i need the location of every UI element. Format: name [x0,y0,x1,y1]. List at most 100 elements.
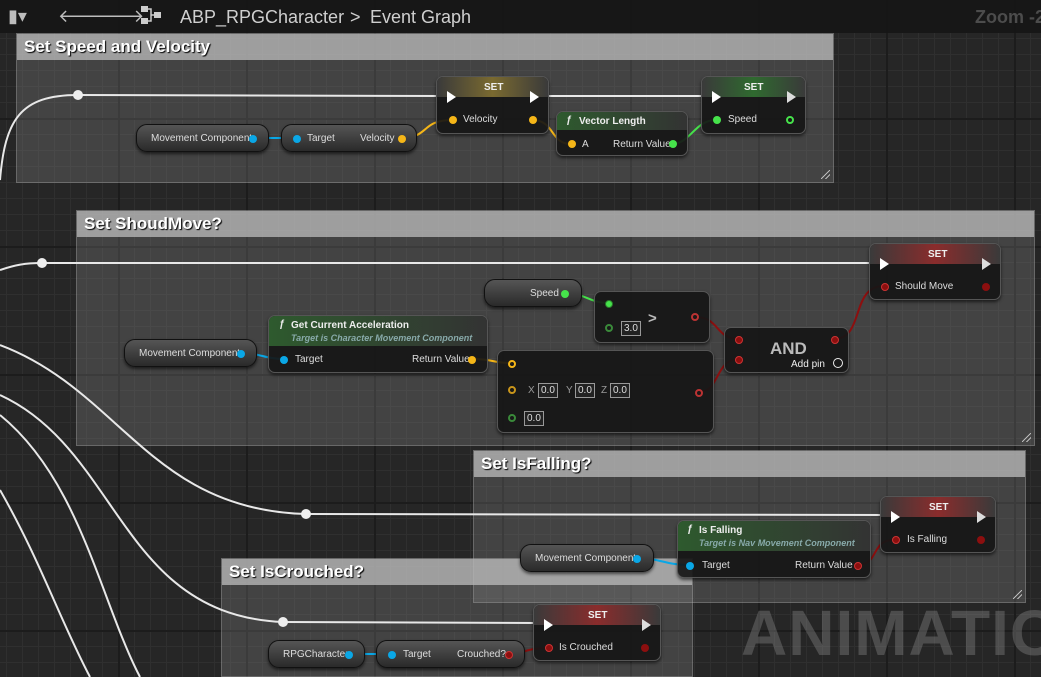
bool-input-pin[interactable] [545,644,553,652]
bool-output-pin[interactable] [977,536,985,544]
pin-label: Is Crouched [559,642,613,653]
target-input-pin[interactable] [280,356,288,364]
exec-input-pin[interactable] [447,91,456,103]
rpg-character-getter[interactable]: RPGCharacter [268,640,365,668]
set-should-move-node[interactable]: SET Should Move [869,243,1001,300]
x-value-field[interactable]: 0.0 [538,383,558,398]
object-output-pin[interactable] [237,350,245,358]
vector-not-equal-node[interactable]: X 0.0 Y 0.0 Z 0.0 0.0 [497,350,714,433]
bool-output-pin[interactable] [695,389,703,397]
bool-output-pin[interactable] [691,313,699,321]
operator-label: > [648,310,657,327]
target-input-pin[interactable] [388,651,396,659]
pin-label: Crouched? [457,649,506,660]
target-input-pin[interactable] [686,562,694,570]
object-output-pin[interactable] [249,135,257,143]
speed-getter[interactable]: Speed [484,279,582,307]
exec-wire [305,513,889,516]
bookmark-icon[interactable]: ▮▾ [8,4,27,28]
reroute-knot[interactable] [278,617,288,627]
node-header: SET [870,244,1000,264]
vector-length-node[interactable]: ƒ Vector Length A Return Value [556,111,688,156]
float-output-pin[interactable] [669,140,677,148]
pin-label: Target [307,133,335,144]
exec-output-pin[interactable] [982,258,991,270]
exec-input-pin[interactable] [544,619,553,631]
vector-input-pin[interactable] [568,140,576,148]
greater-than-node[interactable]: 3.0 > [594,291,710,343]
vector-input-pin[interactable] [449,116,457,124]
vector-output-pin[interactable] [529,116,537,124]
exec-output-pin[interactable] [530,91,539,103]
exec-output-pin[interactable] [642,619,651,631]
tolerance-value-field[interactable]: 0.0 [524,411,544,426]
exec-wire [0,489,91,677]
reroute-knot[interactable] [37,258,47,268]
object-output-pin[interactable] [345,651,353,659]
breadcrumb-asset[interactable]: ABP_RPGCharacter [180,6,344,28]
exec-output-pin[interactable] [787,91,796,103]
reroute-knot[interactable] [73,90,83,100]
is-falling-node[interactable]: ƒ Is Falling Target is Nav Movement Comp… [677,520,871,578]
bool-output-pin[interactable] [982,283,990,291]
reroute-knot[interactable] [301,509,311,519]
vector-input-pin[interactable] [508,360,516,368]
bool-input-pin[interactable] [892,536,900,544]
pin-label: Target [403,649,431,660]
node-title: AND [770,339,807,358]
set-is-falling-node[interactable]: SET Is Falling [880,496,996,553]
add-pin-button[interactable]: Add pin [791,359,825,370]
float-input-pin[interactable] [713,116,721,124]
add-pin-icon[interactable] [833,358,843,368]
threshold-value-field[interactable]: 3.0 [621,321,641,336]
graph-toolbar: ▮▾ 🡐 🡒 ABP_RPGCharacter > Event Graph Zo… [0,0,1041,33]
velocity-getter[interactable]: Target Velocity [281,124,417,152]
zoom-level: Zoom -2 [975,7,1041,27]
vector-input-pin[interactable] [508,386,516,394]
y-value-field[interactable]: 0.0 [575,383,595,398]
float-output-pin[interactable] [786,116,794,124]
movement-component-getter[interactable]: Movement Component [124,339,257,367]
set-is-crouched-node[interactable]: SET Is Crouched [533,604,661,661]
function-icon: ƒ [566,115,572,126]
exec-input-pin[interactable] [880,258,889,270]
z-value-field[interactable]: 0.0 [610,383,630,398]
pin-label: Velocity [463,114,498,125]
target-input-pin[interactable] [293,135,301,143]
bool-output-pin[interactable] [641,644,649,652]
set-velocity-node[interactable]: SET Velocity [436,76,549,134]
exec-wire [0,94,79,181]
float-input-pin[interactable] [508,414,516,422]
breadcrumb-separator: > [350,7,361,27]
exec-wire [0,262,43,271]
exec-output-pin[interactable] [977,511,986,523]
node-label: Movement Component [535,553,637,564]
bool-output-pin[interactable] [505,651,513,659]
bool-input-pin[interactable] [735,336,743,344]
float-output-pin[interactable] [561,290,569,298]
bool-output-pin[interactable] [854,562,862,570]
get-current-acceleration-node[interactable]: ƒ Get Current Acceleration Target is Cha… [268,315,488,373]
arrow-right-icon[interactable]: 🡒 [96,4,144,28]
node-title: Vector Length [579,116,646,127]
node-label: Speed [530,288,559,299]
crouched-getter[interactable]: Target Crouched? [376,640,525,668]
and-boolean-node[interactable]: AND Add pin [724,327,849,373]
bool-output-pin[interactable] [831,336,839,344]
float-input-pin[interactable] [605,300,613,308]
pin-label: Return Value [412,354,470,365]
bool-input-pin[interactable] [881,283,889,291]
movement-component-getter[interactable]: Movement Component [136,124,269,152]
set-speed-node[interactable]: SET Speed [701,76,806,134]
vector-output-pin[interactable] [398,135,406,143]
bool-input-pin[interactable] [735,356,743,364]
object-output-pin[interactable] [633,555,641,563]
vector-output-pin[interactable] [468,356,476,364]
exec-input-pin[interactable] [891,511,900,523]
function-icon: ƒ [687,524,693,535]
breadcrumb-graph[interactable]: Event Graph [370,6,471,28]
node-title: Is Falling [699,525,743,536]
movement-component-getter[interactable]: Movement Component [520,544,654,572]
float-input-pin[interactable] [605,324,613,332]
exec-input-pin[interactable] [712,91,721,103]
